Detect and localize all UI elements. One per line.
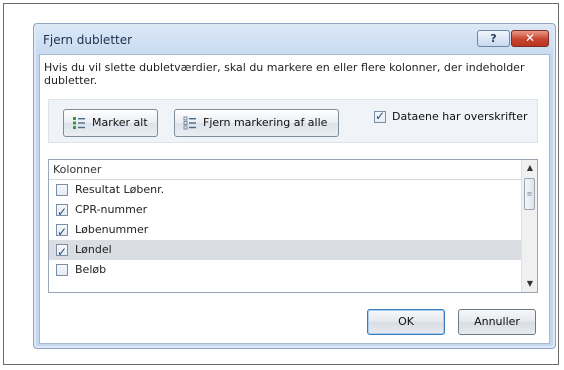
remove-duplicates-dialog: Fjern dubletter ? ✕ Hvis du vil slette d… [33, 23, 556, 349]
close-button[interactable]: ✕ [511, 30, 549, 47]
headers-checkbox[interactable] [374, 109, 386, 123]
list-item[interactable]: Løbenummer [49, 220, 521, 242]
scroll-up-icon[interactable]: ▲ [522, 160, 537, 176]
deselect-all-button[interactable]: Fjern markering af alle [174, 109, 339, 137]
select-all-button[interactable]: Marker alt [63, 109, 158, 137]
column-label: Resultat Løbenr. [75, 183, 165, 196]
select-all-icon [73, 117, 85, 129]
instructions-text: Hvis du vil slette dubletværdier, skal d… [44, 61, 525, 87]
deselect-all-icon [183, 116, 196, 130]
column-checkbox[interactable] [56, 222, 68, 242]
dialog-content: Hvis du vil slette dubletværdier, skal d… [39, 54, 550, 344]
cancel-button[interactable]: Annuller [458, 309, 536, 335]
column-label: CPR-nummer [75, 203, 148, 216]
dialog-title: Fjern dubletter [43, 33, 133, 47]
list-item[interactable]: Løndel [49, 240, 521, 262]
scroll-thumb[interactable]: ≡ [524, 178, 535, 210]
column-label: Løbenummer [75, 223, 149, 236]
deselect-all-label: Fjern markering af alle [203, 116, 328, 129]
list-item[interactable]: CPR-nummer [49, 200, 521, 222]
column-label: Løndel [75, 243, 112, 256]
column-checkbox[interactable] [56, 242, 68, 262]
columns-list[interactable]: Kolonner Resultat Løbenr. CPR-nummer Løb… [48, 159, 538, 293]
column-label: Beløb [75, 263, 107, 276]
vertical-scrollbar[interactable]: ▲ ≡ ▼ [521, 160, 537, 292]
column-checkbox[interactable] [56, 202, 68, 222]
selection-toolbar: Marker alt Fjern markering af alle Datae… [48, 99, 538, 143]
column-checkbox[interactable] [56, 264, 68, 276]
columns-header: Kolonner [49, 160, 521, 180]
ok-button[interactable]: OK [367, 309, 445, 335]
list-item[interactable]: Resultat Løbenr. [49, 180, 521, 200]
title-bar[interactable]: Fjern dubletter ? ✕ [34, 24, 555, 54]
headers-label: Dataene har overskrifter [392, 110, 528, 123]
list-item[interactable]: Beløb [49, 260, 521, 280]
select-all-label: Marker alt [92, 116, 148, 129]
column-checkbox[interactable] [56, 184, 68, 196]
help-button[interactable]: ? [477, 30, 510, 47]
scroll-down-icon[interactable]: ▼ [522, 276, 537, 292]
